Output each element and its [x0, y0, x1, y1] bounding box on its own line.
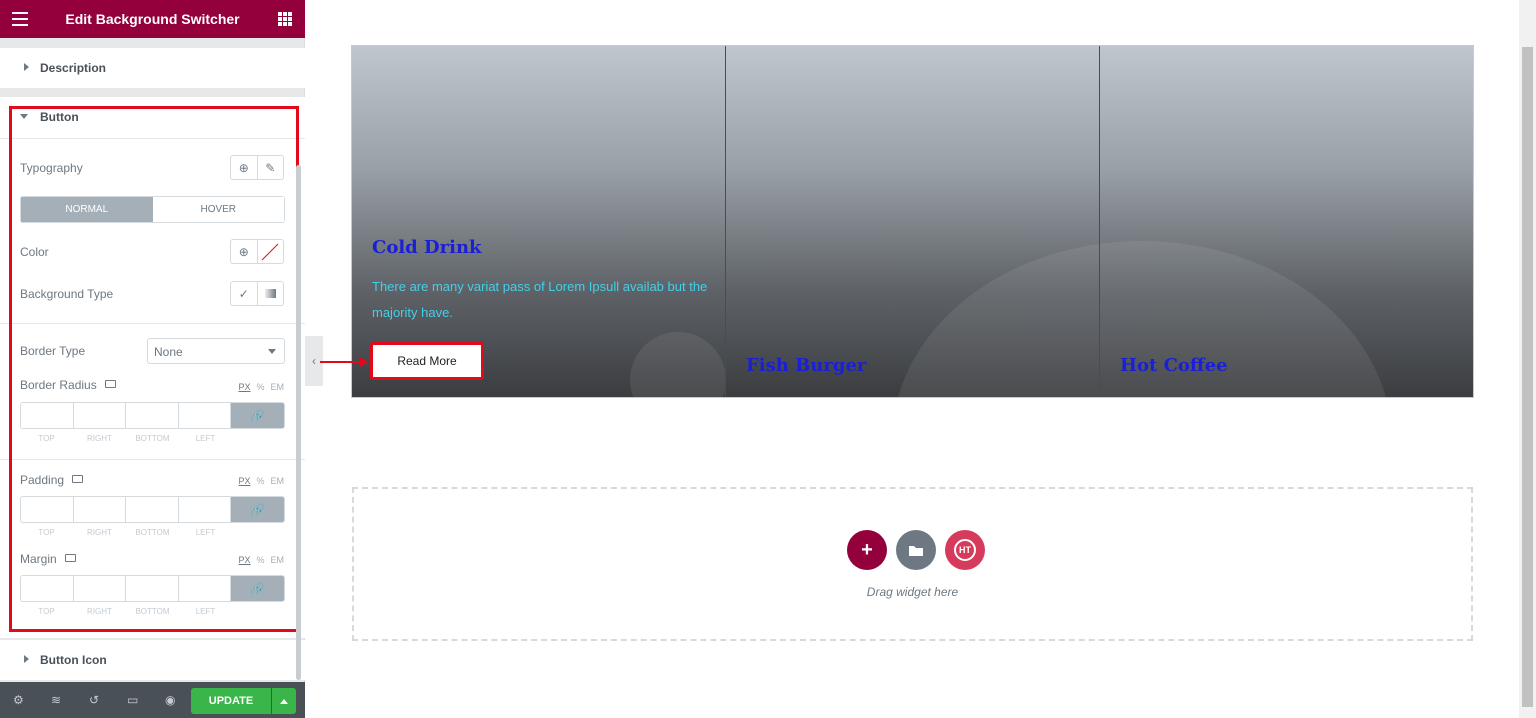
section-button-icon[interactable]: Button Icon: [0, 640, 305, 680]
column-divider: [725, 46, 726, 397]
section-button-icon-label: Button Icon: [40, 653, 107, 667]
annotation-arrow: [320, 361, 364, 363]
background-switcher-widget: Cold Drink There are many variat pass of…: [351, 45, 1474, 398]
panel-title: Edit Background Switcher: [65, 11, 240, 27]
navigator-icon[interactable]: ≋: [51, 693, 61, 707]
add-section-dropzone[interactable]: + HT Drag widget here: [352, 487, 1473, 641]
section-description[interactable]: Description: [0, 48, 305, 88]
column-divider: [1099, 46, 1100, 397]
folder-icon: [909, 545, 923, 556]
highlight-annotation: [9, 106, 299, 632]
annotation-arrowhead: [360, 357, 368, 367]
add-template-button[interactable]: [896, 530, 936, 570]
caret-right-icon: [24, 655, 29, 663]
chevron-up-icon: [280, 699, 288, 704]
panel-header: Edit Background Switcher: [0, 0, 305, 38]
settings-icon[interactable]: ⚙: [13, 693, 24, 707]
widgets-grid-icon[interactable]: [278, 12, 292, 26]
item-title-fish-burger[interactable]: Fish Burger: [746, 355, 866, 376]
editor-panel: Edit Background Switcher Description But…: [0, 0, 305, 718]
background-shape: [630, 332, 726, 397]
add-section-button[interactable]: +: [847, 530, 887, 570]
elementor-editor: Edit Background Switcher Description But…: [0, 0, 1536, 718]
update-options-button[interactable]: [272, 688, 296, 714]
item-title-hot-coffee[interactable]: Hot Coffee: [1120, 355, 1228, 376]
ht-templates-button[interactable]: HT: [945, 530, 985, 570]
panel-scrollbar[interactable]: [296, 165, 301, 680]
page-scrollbar-thumb[interactable]: [1522, 47, 1533, 707]
read-more-button[interactable]: Read More: [370, 342, 484, 380]
item-description: There are many variat pass of Lorem Ipsu…: [372, 279, 708, 320]
drop-zone-text: Drag widget here: [866, 585, 959, 599]
caret-right-icon: [24, 63, 29, 71]
item-title-cold-drink: Cold Drink: [372, 237, 482, 258]
update-button[interactable]: UPDATE: [191, 688, 271, 714]
page-scrollbar[interactable]: [1519, 0, 1536, 718]
ht-logo-icon: HT: [954, 539, 976, 561]
section-description-label: Description: [40, 61, 107, 75]
responsive-icon[interactable]: ▭: [127, 693, 138, 707]
history-icon[interactable]: ↺: [89, 693, 99, 707]
preview-icon[interactable]: ◉: [165, 693, 175, 707]
